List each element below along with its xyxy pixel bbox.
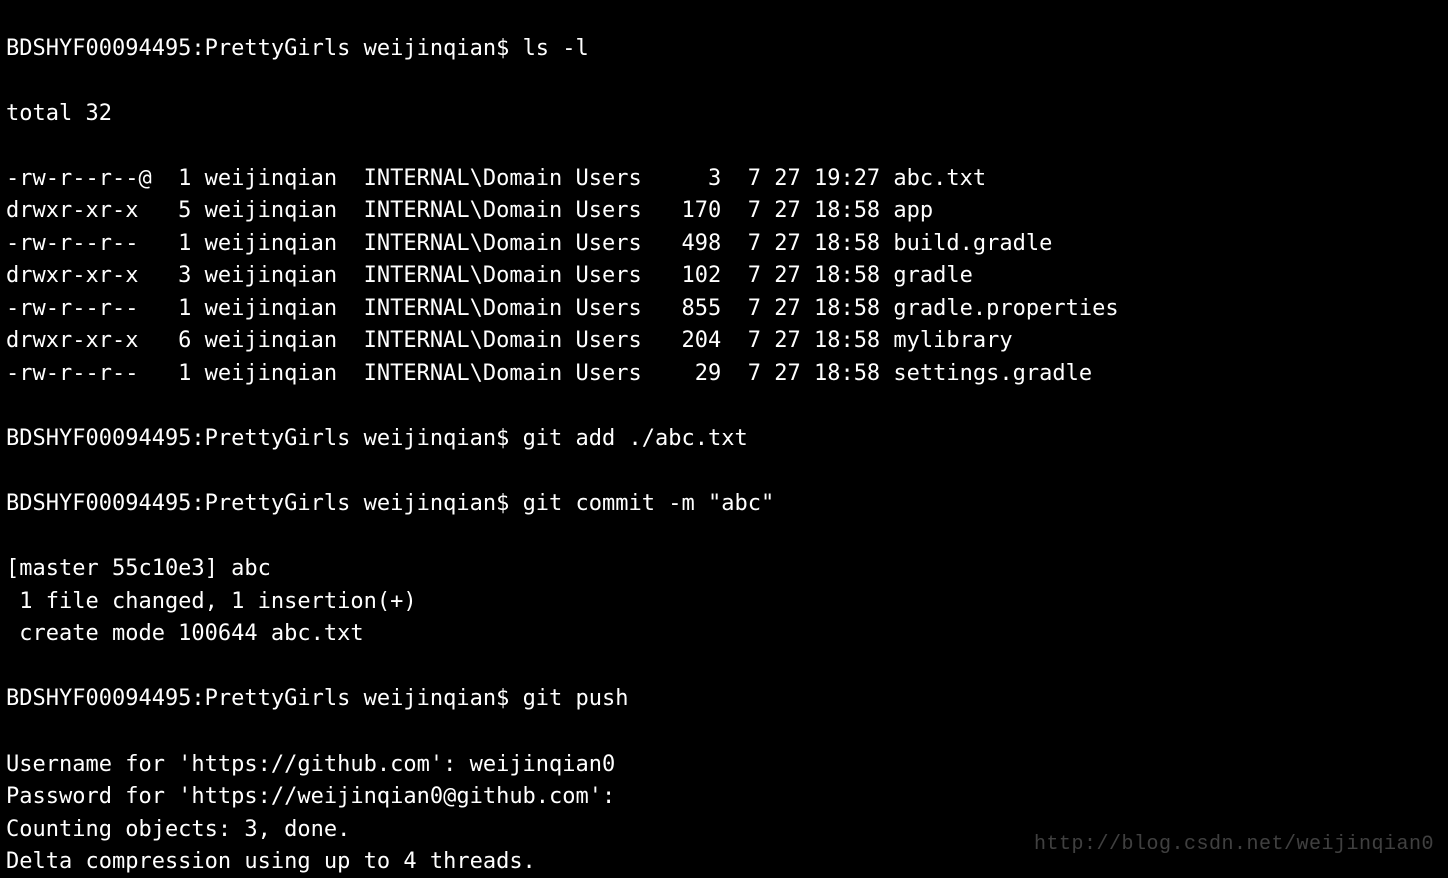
ls-row: -rw-r--r-- 1 weijinqian INTERNAL\Domain … xyxy=(6,293,1442,326)
prompt-line: BDSHYF00094495:PrettyGirls weijinqian$ g… xyxy=(6,488,1442,521)
command-text: git commit -m "abc" xyxy=(523,491,775,516)
command-text: git push xyxy=(523,686,629,711)
ls-row: -rw-r--r-- 1 weijinqian INTERNAL\Domain … xyxy=(6,228,1442,261)
push-output-line: Counting objects: 3, done. xyxy=(6,814,1442,847)
prompt-line: BDSHYF00094495:PrettyGirls weijinqian$ g… xyxy=(6,423,1442,456)
ls-row: drwxr-xr-x 3 weijinqian INTERNAL\Domain … xyxy=(6,260,1442,293)
shell-prompt: BDSHYF00094495:PrettyGirls weijinqian$ xyxy=(6,686,523,711)
ls-row: -rw-r--r-- 1 weijinqian INTERNAL\Domain … xyxy=(6,358,1442,391)
ls-row: drwxr-xr-x 5 weijinqian INTERNAL\Domain … xyxy=(6,195,1442,228)
ls-row: drwxr-xr-x 6 weijinqian INTERNAL\Domain … xyxy=(6,325,1442,358)
command-text: ls -l xyxy=(523,36,589,61)
prompt-line: BDSHYF00094495:PrettyGirls weijinqian$ g… xyxy=(6,683,1442,716)
ls-total-line: total 32 xyxy=(6,98,1442,131)
push-output-line: Username for 'https://github.com': weiji… xyxy=(6,749,1442,782)
prompt-line: BDSHYF00094495:PrettyGirls weijinqian$ l… xyxy=(6,33,1442,66)
shell-prompt: BDSHYF00094495:PrettyGirls weijinqian$ xyxy=(6,426,523,451)
commit-output-line: 1 file changed, 1 insertion(+) xyxy=(6,586,1442,619)
shell-prompt: BDSHYF00094495:PrettyGirls weijinqian$ xyxy=(6,36,523,61)
shell-prompt: BDSHYF00094495:PrettyGirls weijinqian$ xyxy=(6,491,523,516)
command-text: git add ./abc.txt xyxy=(523,426,748,451)
commit-output-line: create mode 100644 abc.txt xyxy=(6,618,1442,651)
terminal-output[interactable]: BDSHYF00094495:PrettyGirls weijinqian$ l… xyxy=(0,0,1448,878)
commit-output-line: [master 55c10e3] abc xyxy=(6,553,1442,586)
push-output-line: Delta compression using up to 4 threads. xyxy=(6,846,1442,878)
ls-row: -rw-r--r--@ 1 weijinqian INTERNAL\Domain… xyxy=(6,163,1442,196)
push-output-line: Password for 'https://weijinqian0@github… xyxy=(6,781,1442,814)
